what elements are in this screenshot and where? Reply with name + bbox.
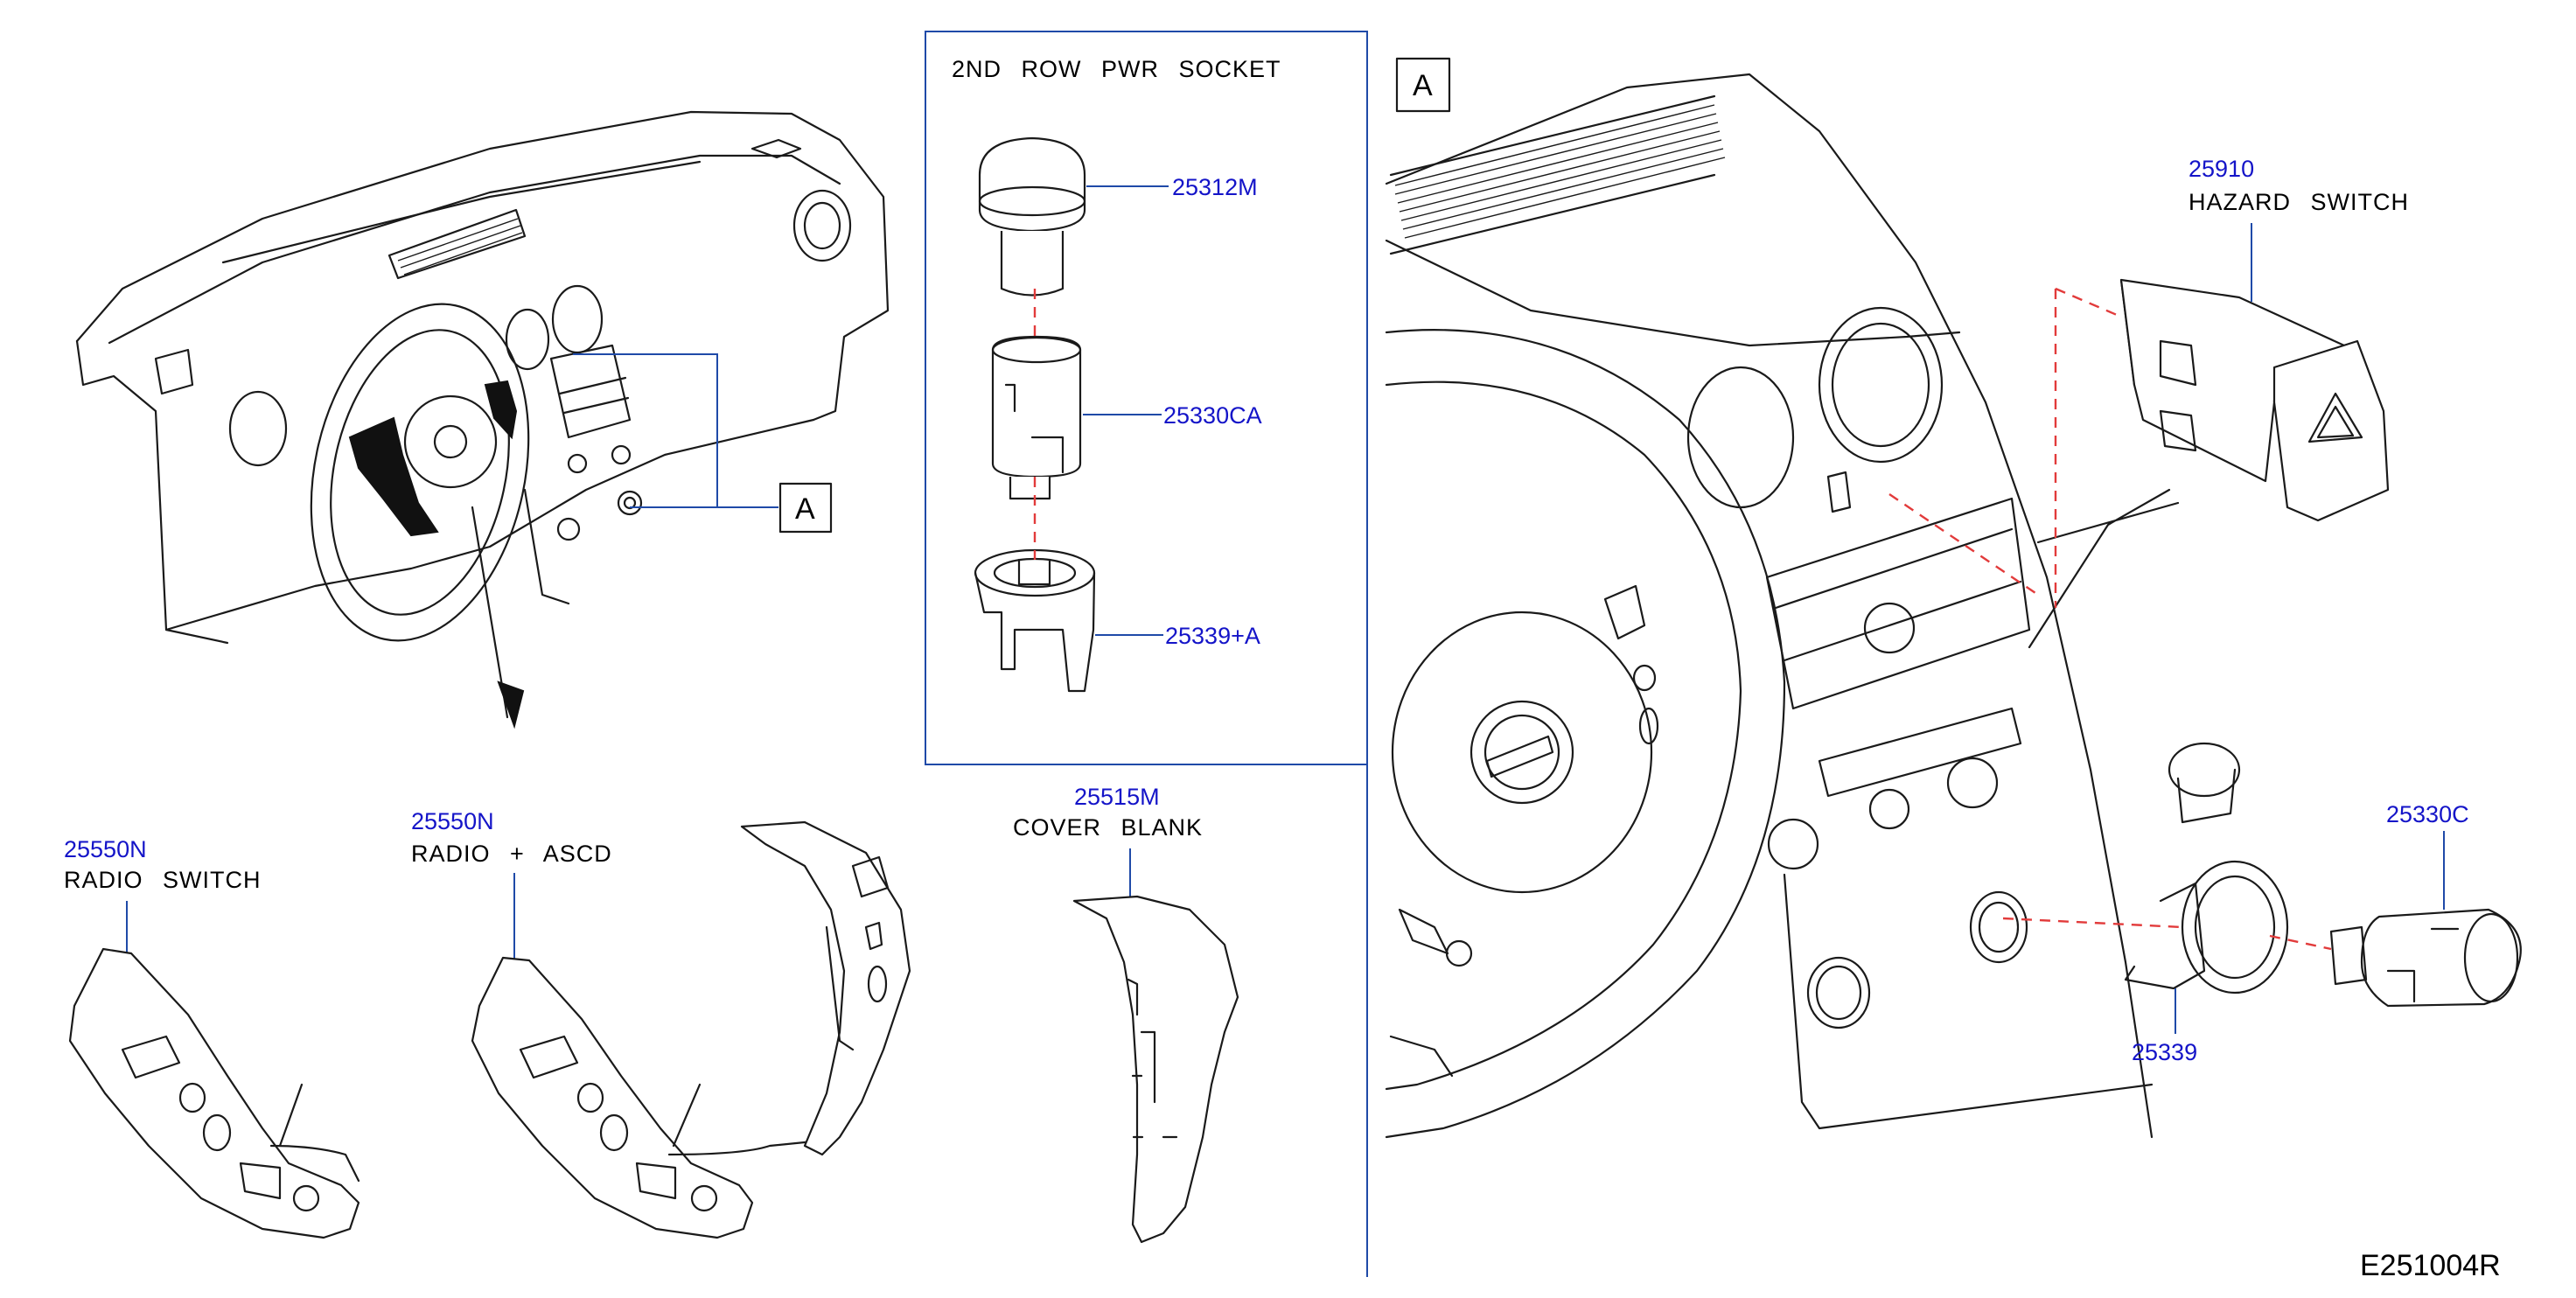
radio-ascd-illustration [471,820,911,1239]
view-a-title: A [1413,69,1433,102]
cover-blank-illustration [1072,895,1239,1244]
socket-25330ca-illustration [991,335,1082,500]
socket-ring-25339-illustration [2124,742,2289,994]
part-name-radio-switch: RADIO SWITCH [64,867,262,893]
cap-25312m-illustration [978,136,1086,297]
view-a-dashboard-illustration [1385,73,2180,1139]
ring-25339a-illustration [974,548,1096,693]
part-name-radio-ascd: RADIO + ASCD [411,841,612,867]
part-number-radio-ascd: 25550N [411,808,494,834]
socket-25330c-illustration [2329,908,2522,1008]
view-a-marker: A [795,492,815,526]
radio-switch-illustration [68,947,360,1239]
part-number-25330c: 25330C [2386,801,2469,827]
part-number-25339: 25339 [2132,1039,2197,1065]
part-number-25339a: 25339+A [1165,623,1260,649]
inset-2nd-row-title: 2ND ROW PWR SOCKET [952,56,1281,82]
part-number-25312m: 25312M [1172,174,1258,200]
part-number-radio-switch: 25550N [64,836,147,862]
part-number-cover-blank: 25515M [1074,784,1160,810]
parts-diagram: A 2ND ROW PWR SOCKET 25312M 25330CA 2533… [64,31,2522,1282]
diagram-code: E251004R [2360,1249,2501,1282]
dashboard-overview-illustration [75,110,890,729]
part-number-25330ca: 25330CA [1163,402,1262,429]
part-name-cover-blank: COVER BLANK [1013,814,1203,841]
part-name-hazard-switch: HAZARD SWITCH [2189,189,2409,215]
hazard-switch-illustration [2119,278,2390,522]
inset-2nd-row-frame [925,31,1368,765]
part-number-hazard-switch: 25910 [2189,156,2254,182]
